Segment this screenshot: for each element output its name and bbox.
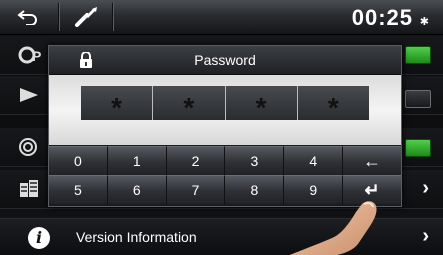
settings-icon: P	[18, 44, 42, 66]
key-1[interactable]: 1	[106, 146, 166, 175]
backspace-key[interactable]: ←	[342, 146, 401, 175]
password-entry-area: * * * *	[49, 75, 401, 145]
clock: 00:25	[351, 5, 413, 30]
key-7[interactable]: 7	[165, 175, 225, 204]
settings-screen: 00:25 ✱ P › i Version Information › Pass…	[0, 0, 443, 255]
toggle-switch-1[interactable]	[405, 46, 431, 64]
play-icon	[18, 84, 42, 106]
dialog-title-bar: Password	[49, 46, 401, 75]
version-information-label: Version Information	[76, 229, 197, 245]
password-digit-2: *	[152, 86, 225, 123]
password-digit-4: *	[296, 86, 369, 123]
password-field[interactable]: * * * *	[81, 86, 369, 123]
info-icon: i	[28, 227, 50, 249]
bluetooth-icon: ✱	[419, 16, 429, 28]
wrench-icon[interactable]	[74, 6, 98, 28]
svg-text:P: P	[32, 48, 41, 64]
key-4[interactable]: 4	[283, 146, 343, 175]
key-6[interactable]: 6	[106, 175, 166, 204]
key-0[interactable]: 0	[49, 146, 107, 175]
password-digit-3: *	[224, 86, 297, 123]
keypad-row-2: 5 6 7 8 9 ↵	[49, 175, 401, 204]
grid-icon	[18, 178, 42, 200]
toggle-switch-3[interactable]	[405, 139, 431, 157]
radio-icon	[18, 136, 42, 158]
keypad-row-1: 0 1 2 3 4 ←	[49, 146, 401, 175]
key-3[interactable]: 3	[224, 146, 284, 175]
dialog-title: Password	[194, 52, 256, 68]
status-bar: 00:25 ✱	[0, 0, 443, 35]
key-5[interactable]: 5	[49, 175, 107, 204]
toggle-switch-2[interactable]	[405, 90, 431, 108]
password-digit-1: *	[81, 86, 153, 123]
key-2[interactable]: 2	[165, 146, 225, 175]
password-dialog: Password * * * * 0 1 2 3 4 ← 5 6 7 8 9 ↵	[48, 45, 402, 207]
pointing-finger	[289, 201, 377, 255]
chevron-right-icon[interactable]: ›	[422, 177, 429, 200]
back-arrow-icon[interactable]	[16, 9, 38, 25]
